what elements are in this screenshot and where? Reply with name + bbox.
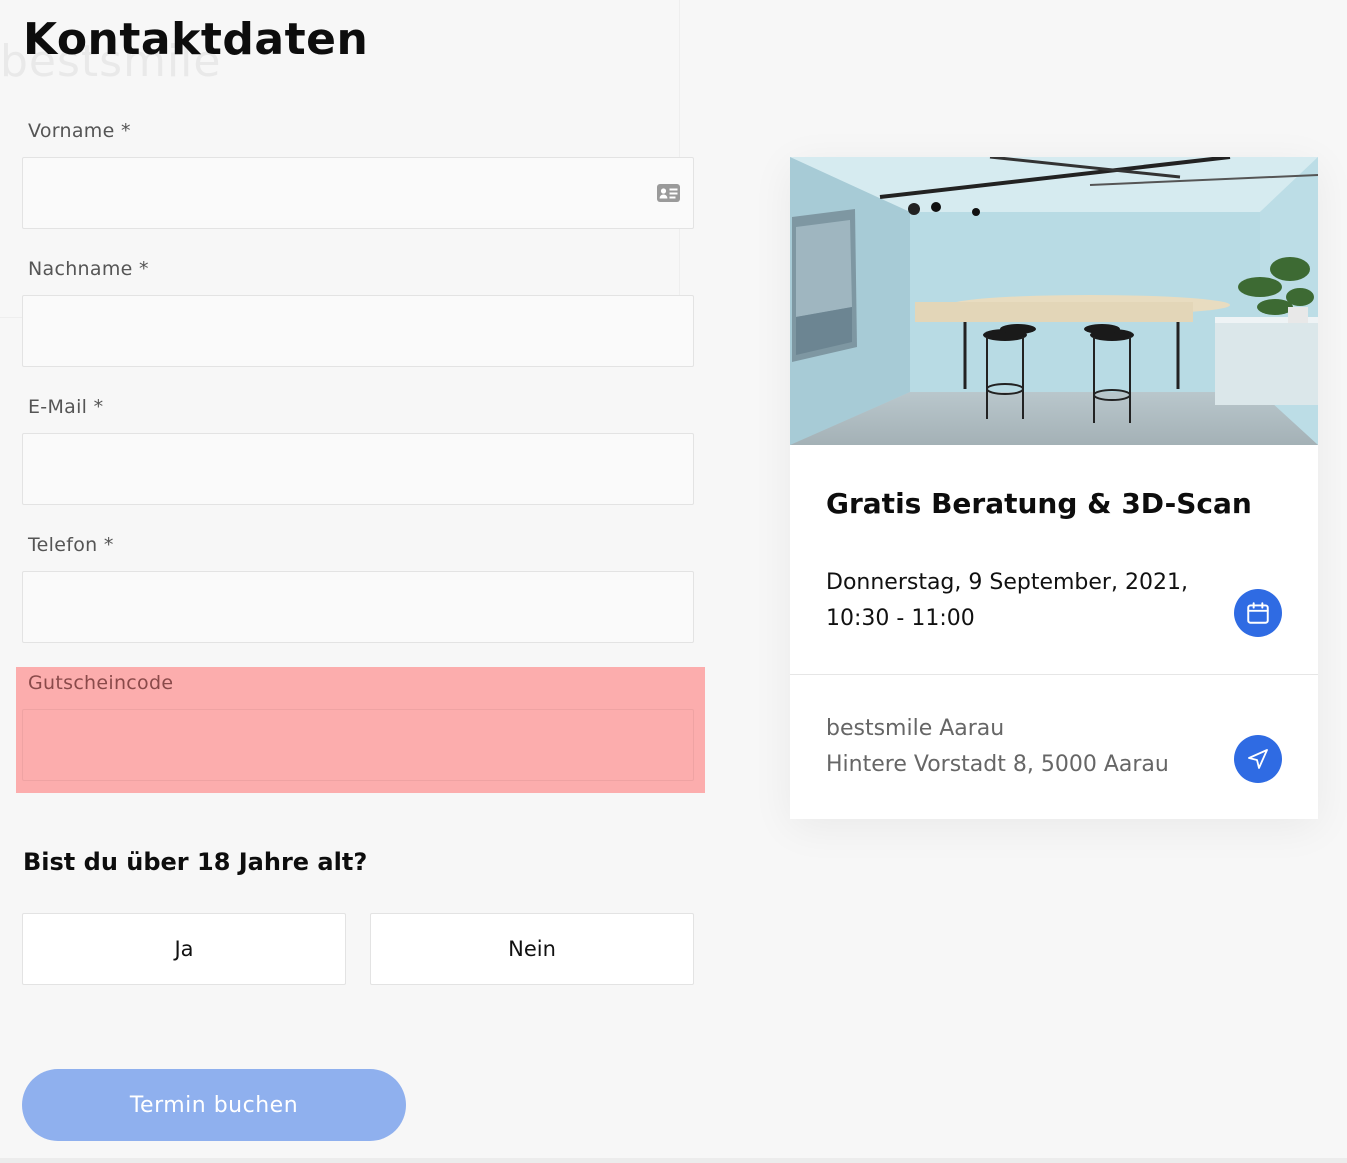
- age-no-button[interactable]: Nein: [370, 913, 694, 985]
- appointment-card: Gratis Beratung & 3D-Scan Donnerstag, 9 …: [790, 157, 1318, 819]
- phone-label: Telefon *: [28, 534, 114, 556]
- book-appointment-button[interactable]: Termin buchen: [22, 1069, 406, 1141]
- phone-input[interactable]: [22, 571, 694, 643]
- navigation-arrow-icon[interactable]: [1234, 735, 1282, 783]
- appointment-datetime: Donnerstag, 9 September, 2021, 10:30 - 1…: [826, 565, 1188, 637]
- voucher-label: Gutscheincode: [28, 672, 174, 694]
- first-name-label: Vorname *: [28, 120, 131, 142]
- email-label: E-Mail *: [28, 396, 104, 418]
- appointment-date: Donnerstag, 9 September, 2021,: [826, 570, 1188, 595]
- location-address: Hintere Vorstadt 8, 5000 Aarau: [826, 752, 1169, 777]
- page-bottom-border: [0, 1158, 1347, 1163]
- location-name: bestsmile Aarau: [826, 716, 1005, 741]
- appointment-title: Gratis Beratung & 3D-Scan: [826, 487, 1252, 520]
- first-name-input[interactable]: [22, 157, 694, 229]
- appointment-location: bestsmile Aarau Hintere Vorstadt 8, 5000…: [826, 711, 1169, 783]
- age-yes-button[interactable]: Ja: [22, 913, 346, 985]
- age-question: Bist du über 18 Jahre alt?: [23, 848, 368, 876]
- page-title: Kontaktdaten: [23, 14, 369, 65]
- last-name-input[interactable]: [22, 295, 694, 367]
- calendar-icon[interactable]: [1234, 589, 1282, 637]
- email-input[interactable]: [22, 433, 694, 505]
- appointment-time: 10:30 - 11:00: [826, 606, 975, 631]
- studio-photo: [790, 157, 1318, 445]
- card-divider: [790, 674, 1318, 675]
- voucher-input[interactable]: [22, 709, 694, 781]
- last-name-label: Nachname *: [28, 258, 149, 280]
- contact-card-icon[interactable]: [656, 183, 681, 203]
